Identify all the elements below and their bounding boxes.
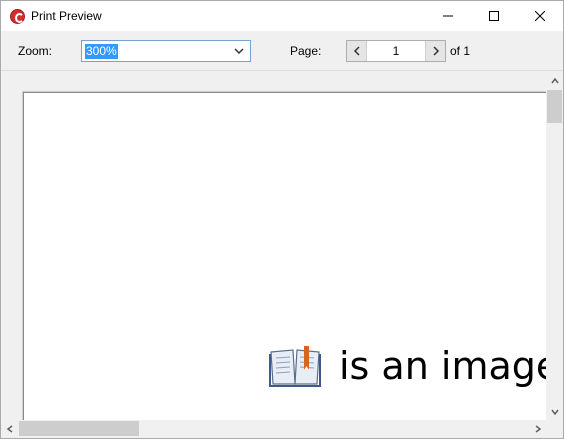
previous-page-button[interactable] <box>347 41 367 61</box>
horizontal-scrollbar[interactable] <box>1 420 546 438</box>
chevron-right-icon <box>535 424 541 433</box>
scrollbar-corner <box>546 420 563 438</box>
next-page-button[interactable] <box>425 41 445 61</box>
maximize-button[interactable] <box>471 1 517 31</box>
scroll-right-button[interactable] <box>529 420 546 437</box>
close-icon <box>535 11 545 21</box>
chevron-down-icon <box>550 409 559 415</box>
horizontal-scroll-thumb[interactable] <box>19 421 139 436</box>
preview-area[interactable]: is an image <box>1 72 546 420</box>
close-button[interactable] <box>517 1 563 31</box>
scroll-down-button[interactable] <box>546 403 563 420</box>
vertical-scrollbar[interactable] <box>546 72 563 420</box>
chevron-left-icon <box>353 46 360 56</box>
chevron-right-icon <box>432 46 439 56</box>
chevron-left-icon <box>6 424 12 433</box>
zoom-value[interactable]: 300% <box>85 44 118 59</box>
scroll-up-button[interactable] <box>546 72 563 89</box>
zoom-label: Zoom: <box>18 44 53 58</box>
window-title: Print Preview <box>31 9 102 23</box>
page-content: is an image <box>269 341 546 391</box>
minimize-icon <box>443 15 453 17</box>
scroll-left-button[interactable] <box>1 420 18 437</box>
app-logo-icon <box>10 9 25 24</box>
page-stepper[interactable]: 1 <box>346 40 446 62</box>
chevron-up-icon <box>550 77 559 83</box>
page-total: of 1 <box>450 44 471 58</box>
chevron-down-icon[interactable] <box>234 47 244 55</box>
vertical-scroll-thumb[interactable] <box>547 90 562 123</box>
toolbar: Zoom: 300% Page: 1 of 1 <box>1 31 563 71</box>
print-preview-window: Print Preview Zoom: 300% Page: 1 of 1 is… <box>0 0 564 439</box>
page-number-input[interactable]: 1 <box>368 44 424 58</box>
open-book-icon <box>269 346 321 387</box>
zoom-dropdown[interactable]: 300% <box>81 40 251 62</box>
page-label: Page: <box>290 44 322 58</box>
preview-page: is an image <box>23 92 546 420</box>
page-text: is an image <box>339 344 546 388</box>
title-bar[interactable]: Print Preview <box>1 1 563 31</box>
maximize-icon <box>489 11 499 21</box>
minimize-button[interactable] <box>425 1 471 31</box>
